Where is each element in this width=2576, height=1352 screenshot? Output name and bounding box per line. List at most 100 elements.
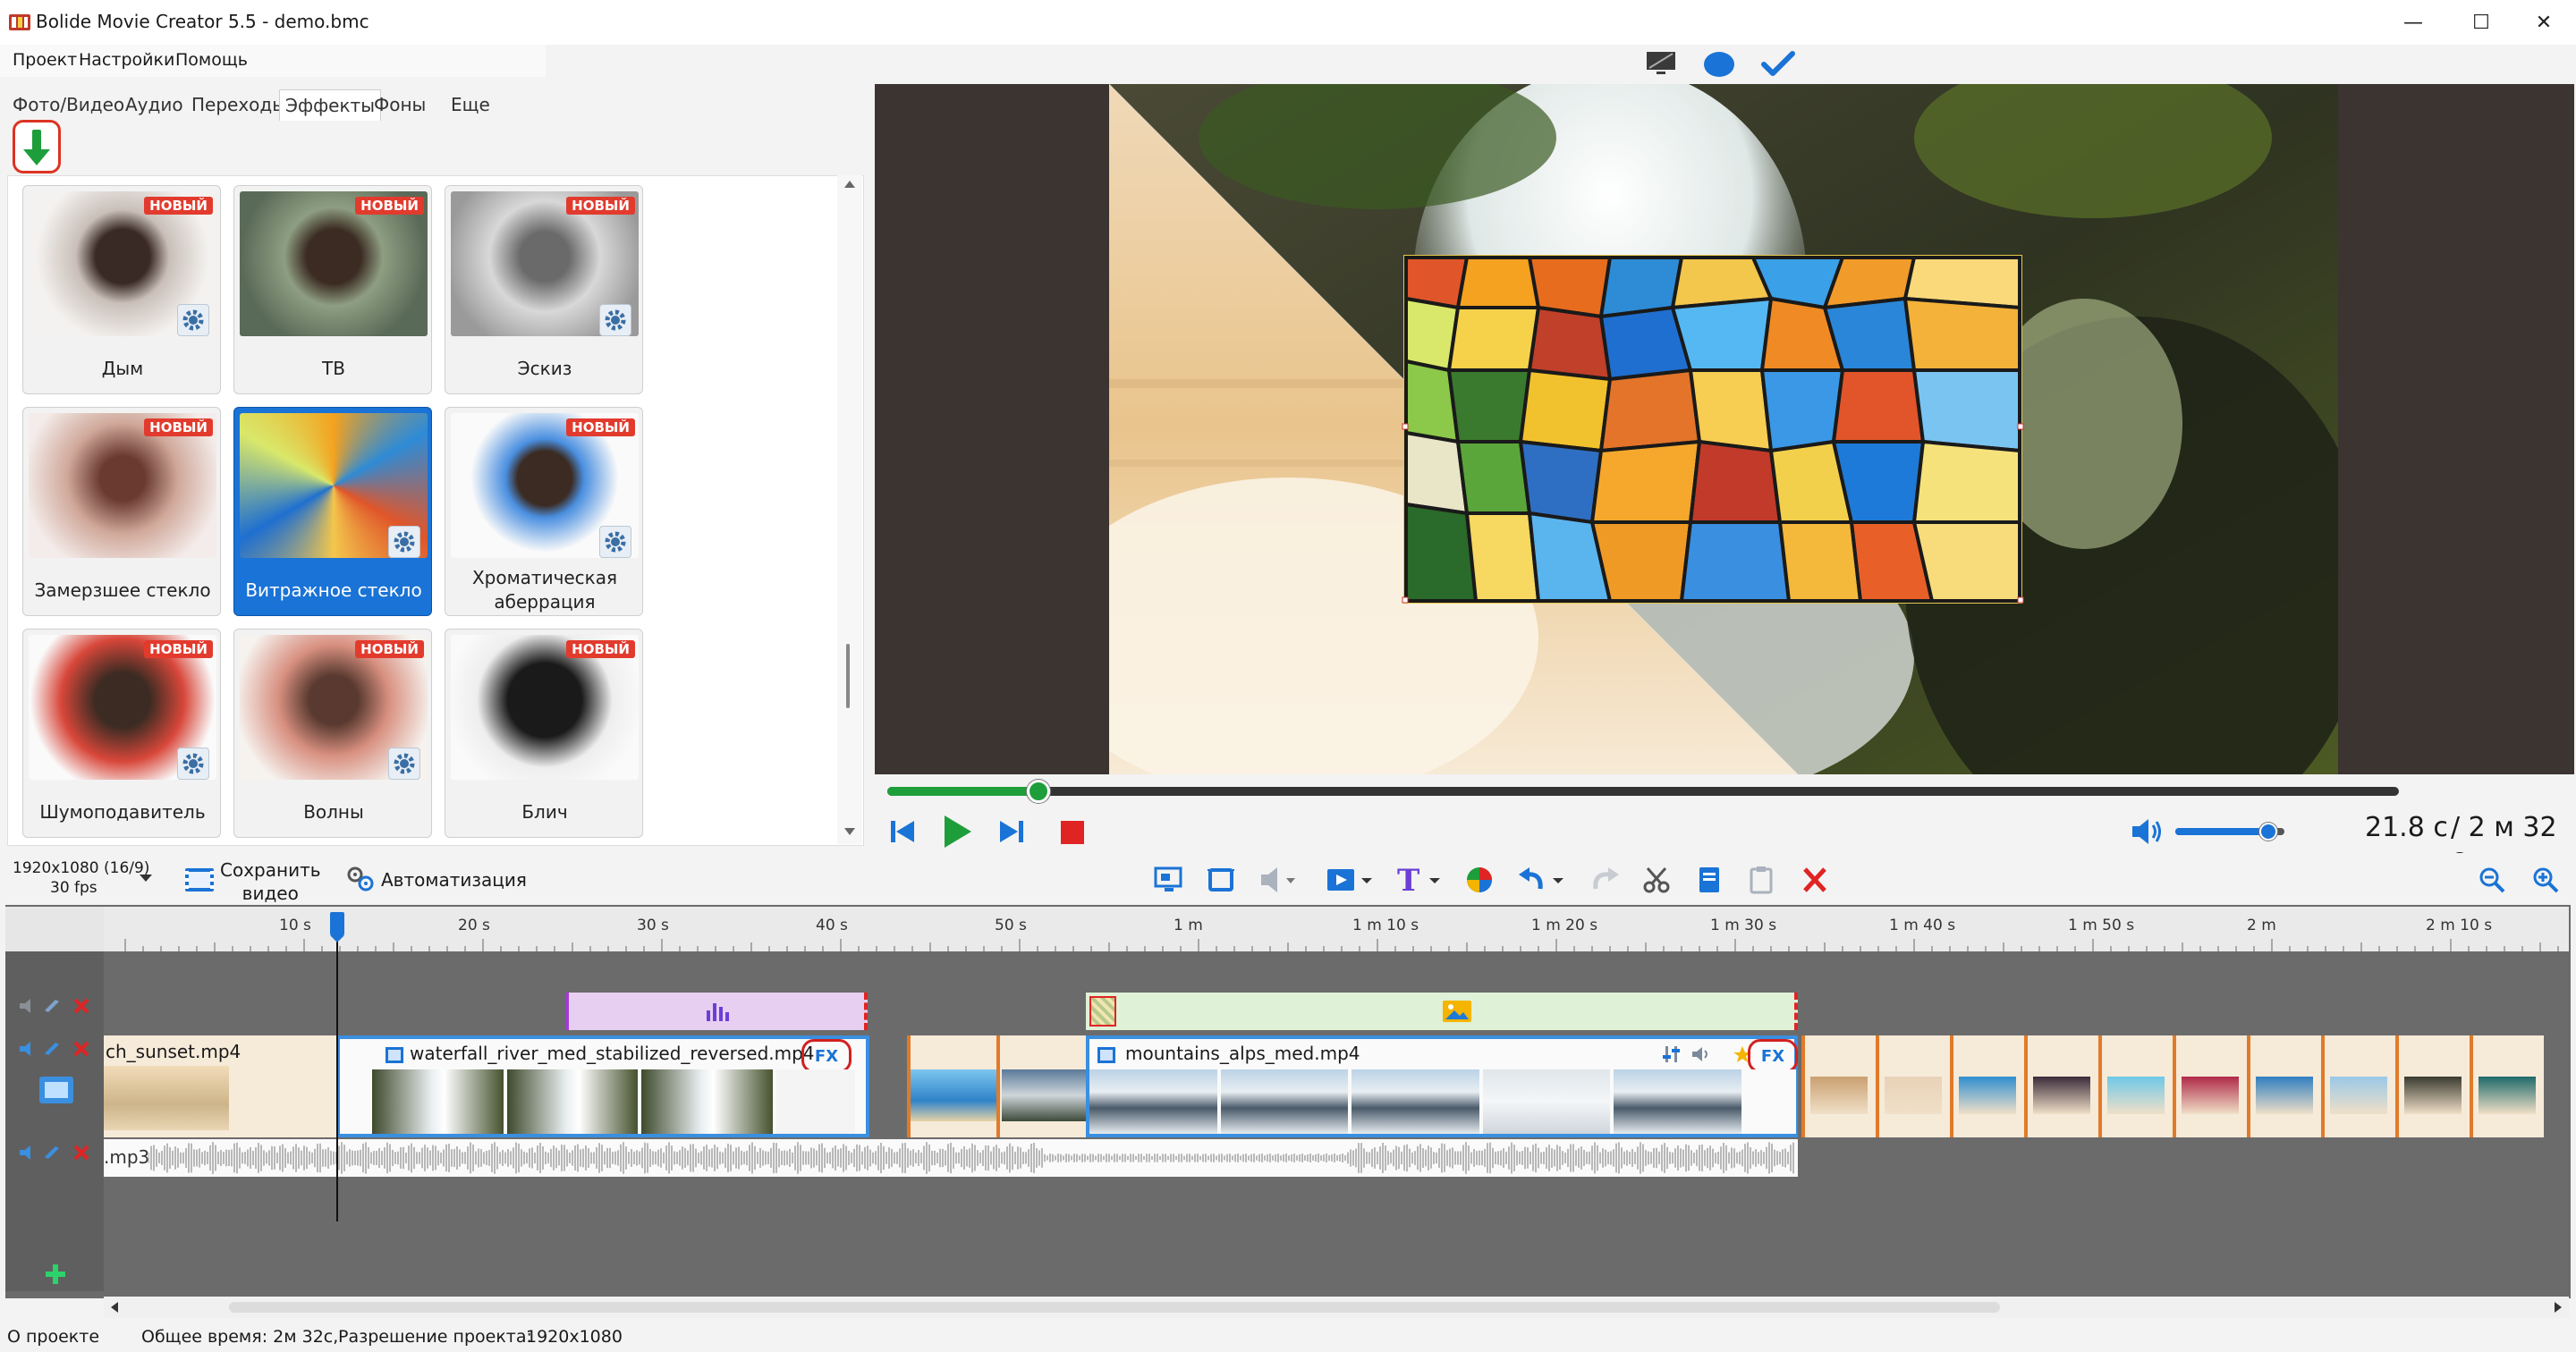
- seek-handle[interactable]: [1027, 780, 1050, 803]
- gallery-scrollbar[interactable]: [837, 175, 862, 844]
- photo-slide[interactable]: [1801, 1035, 1875, 1137]
- zoom-in-icon[interactable]: [2531, 866, 2560, 894]
- next-frame-icon[interactable]: [995, 817, 1027, 846]
- video-clip[interactable]: [907, 1035, 1086, 1137]
- tab-backgrounds[interactable]: Фоны: [369, 89, 431, 120]
- tab-more[interactable]: Еще: [445, 89, 496, 120]
- delete-icon[interactable]: [1801, 866, 1828, 894]
- scroll-left-icon[interactable]: [109, 1302, 120, 1313]
- photo-slide[interactable]: [2173, 1035, 2246, 1137]
- timeline-scroll-thumb[interactable]: [229, 1302, 2000, 1313]
- minimize-button[interactable]: —: [2376, 0, 2451, 45]
- gear-icon[interactable]: [177, 304, 209, 336]
- effect-label: Витражное стекло: [245, 579, 422, 601]
- playhead-handle[interactable]: [329, 912, 345, 942]
- mute-icon[interactable]: [1259, 866, 1301, 894]
- effect-card-8[interactable]: НОВЫЙ Блич: [445, 629, 643, 838]
- crop-icon[interactable]: [1206, 866, 1236, 894]
- video-preview[interactable]: [875, 84, 2574, 774]
- volume-handle[interactable]: [2258, 823, 2277, 841]
- audio-icon[interactable]: [1690, 1044, 1712, 1064]
- tab-photo-video[interactable]: Фото/Видео: [7, 89, 130, 120]
- menu-project[interactable]: Проект: [13, 50, 77, 70]
- photo-slide[interactable]: [2470, 1035, 2543, 1137]
- gear-icon[interactable]: [388, 526, 420, 558]
- resolution-selector[interactable]: 1920x1080 (16/9) 30 fps: [13, 858, 149, 898]
- download-arrow-icon: [23, 130, 50, 165]
- undo-icon[interactable]: [1517, 866, 1567, 894]
- tab-transitions[interactable]: Переходы: [186, 89, 292, 120]
- effect-card-7[interactable]: НОВЫЙ Волны: [233, 629, 432, 838]
- scroll-up-icon[interactable]: [844, 179, 855, 190]
- photo-slide[interactable]: [2395, 1035, 2469, 1137]
- checkmark-icon[interactable]: [1760, 50, 1796, 79]
- photo-slide[interactable]: [1950, 1035, 2023, 1137]
- fx-badge[interactable]: FX: [1748, 1039, 1798, 1073]
- redo-icon[interactable]: [1590, 866, 1621, 894]
- video-clip-mountains[interactable]: mountains_alps_med.mp4 FX: [1086, 1035, 1798, 1137]
- add-track-icon[interactable]: [43, 1263, 68, 1286]
- tab-audio[interactable]: Аудио: [120, 89, 189, 120]
- image-overlay-clip[interactable]: [1086, 993, 1798, 1030]
- photo-slide[interactable]: [2098, 1035, 2172, 1137]
- clip-thumbnail: [1002, 1069, 1086, 1121]
- gear-icon[interactable]: [177, 748, 209, 780]
- previous-frame-icon[interactable]: [887, 817, 919, 846]
- photo-slide[interactable]: [2321, 1035, 2394, 1137]
- time-ruler[interactable]: 10 s 20 s 30 s 40 s 50 s 1 m 1 m 10 s 1 m 20 s 1…: [104, 907, 2569, 951]
- paste-icon[interactable]: [1748, 866, 1775, 894]
- photo-slide[interactable]: [2024, 1035, 2097, 1137]
- scroll-right-icon[interactable]: [2553, 1302, 2563, 1313]
- zoom-out-icon[interactable]: [2478, 866, 2506, 894]
- effect-card-4[interactable]: Витражное стекло: [233, 407, 432, 616]
- screen-capture-icon[interactable]: [1154, 866, 1184, 894]
- save-video-icon[interactable]: [184, 867, 215, 892]
- maximize-button[interactable]: ☐: [2444, 0, 2519, 45]
- gear-icon[interactable]: [388, 748, 420, 780]
- effect-card-3[interactable]: НОВЫЙ Замерзшее стекло: [22, 407, 221, 616]
- effect-card-1[interactable]: НОВЫЙ ТВ: [233, 185, 432, 394]
- record-icon[interactable]: [1703, 50, 1735, 79]
- scroll-down-icon[interactable]: [844, 826, 855, 837]
- video-clip-waterfall[interactable]: waterfall_river_med_stabilized_reversed.…: [336, 1035, 869, 1137]
- timeline-scrollbar[interactable]: [104, 1297, 2569, 1318]
- photo-slide[interactable]: [1876, 1035, 1949, 1137]
- volume-icon[interactable]: [2129, 815, 2165, 848]
- automation-button[interactable]: Автоматизация: [381, 869, 527, 891]
- effects-gallery: НОВЫЙ Дым НОВЫЙ ТВ НОВЫЙ Эскиз НОВЫЙ Замерзшее …: [7, 175, 864, 846]
- cut-icon[interactable]: [1642, 866, 1673, 894]
- play-icon[interactable]: [941, 814, 973, 849]
- audio-visualizer-clip[interactable]: [565, 993, 868, 1030]
- gallery-scroll-thumb[interactable]: [846, 644, 850, 708]
- gear-icon[interactable]: [599, 526, 631, 558]
- effect-card-6[interactable]: НОВЫЙ Шумоподавитель: [22, 629, 221, 838]
- insert-media-icon[interactable]: [1326, 866, 1376, 894]
- menu-settings[interactable]: Настройки: [79, 50, 174, 70]
- seek-bar[interactable]: [887, 787, 2399, 796]
- close-button[interactable]: ✕: [2512, 0, 2576, 45]
- playhead[interactable]: [336, 914, 338, 1221]
- about-link[interactable]: О проекте: [7, 1327, 99, 1347]
- stop-icon[interactable]: [1061, 821, 1084, 844]
- adjust-icon[interactable]: [1662, 1044, 1683, 1064]
- effect-card-0[interactable]: НОВЫЙ Дым: [22, 185, 221, 394]
- copy-icon[interactable]: [1696, 866, 1723, 894]
- audio-clip[interactable]: .mp3: [104, 1139, 1798, 1177]
- automation-icon[interactable]: [345, 866, 376, 892]
- video-track-icon: [39, 1077, 73, 1103]
- transition-marker[interactable]: [1089, 996, 1116, 1027]
- color-icon[interactable]: [1465, 866, 1496, 894]
- effect-card-2[interactable]: НОВЫЙ Эскиз: [445, 185, 643, 394]
- video-clip-sunset[interactable]: ch_sunset.mp4: [104, 1035, 336, 1137]
- photo-slide[interactable]: [2247, 1035, 2320, 1137]
- display-icon[interactable]: [1646, 50, 1676, 77]
- save-video-button[interactable]: Сохранить видео: [220, 858, 321, 905]
- fx-badge[interactable]: FX: [801, 1039, 852, 1073]
- tab-effects[interactable]: Эффекты: [279, 89, 381, 121]
- text-icon[interactable]: T: [1394, 864, 1447, 894]
- gear-icon[interactable]: [599, 304, 631, 336]
- download-effects-button[interactable]: [13, 120, 61, 173]
- menu-help[interactable]: Помощь: [175, 50, 248, 70]
- chevron-down-icon[interactable]: [140, 875, 152, 883]
- effect-card-5[interactable]: НОВЫЙ Хроматическая аберрация: [445, 407, 643, 616]
